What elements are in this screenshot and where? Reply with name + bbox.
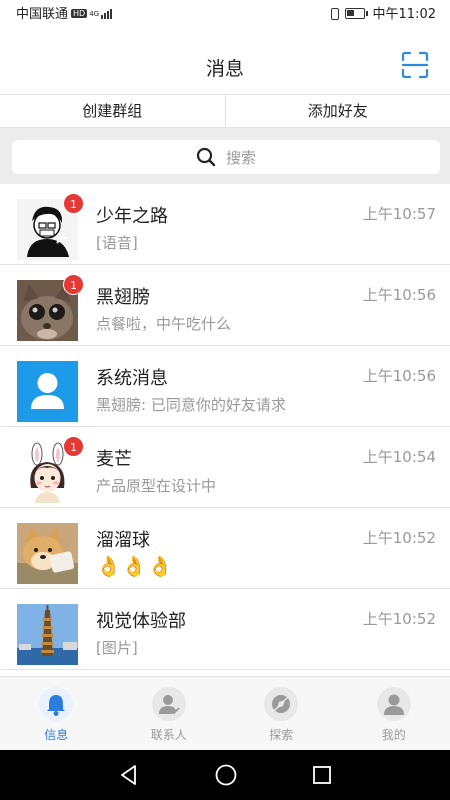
hd-badge: HD bbox=[71, 9, 88, 18]
home-circle-icon bbox=[215, 764, 237, 786]
bottom-tab-bar: 信息 联系人 探索 我的 bbox=[0, 676, 450, 750]
tab-profile[interactable]: 我的 bbox=[338, 677, 450, 750]
message-time: 上午10:54 bbox=[362, 448, 436, 466]
contact-name: 黑翅膀 bbox=[96, 287, 150, 308]
message-time: 上午10:52 bbox=[362, 610, 436, 628]
contact-name: 少年之路 bbox=[96, 206, 168, 227]
page-title: 消息 bbox=[205, 58, 244, 80]
system-nav-bar bbox=[0, 750, 450, 800]
message-preview: 点餐啦，中午吃什么 bbox=[96, 315, 232, 333]
conversation-item[interactable]: 1 少年之路 上午10:57 [语音] bbox=[0, 184, 450, 265]
contacts-icon bbox=[158, 695, 180, 715]
tab-explore[interactable]: 探索 bbox=[225, 677, 338, 750]
action-row: 创建群组 添加好友 bbox=[0, 94, 450, 128]
add-friend-button[interactable]: 添加好友 bbox=[224, 95, 450, 127]
scan-icon bbox=[401, 51, 429, 79]
carrier-label: 中国联通 bbox=[16, 7, 69, 22]
tab-contacts[interactable]: 联系人 bbox=[113, 677, 226, 750]
contact-name: 麦芒 bbox=[96, 449, 132, 470]
unread-badge: 1 bbox=[63, 436, 84, 457]
message-preview: [图片] bbox=[96, 639, 138, 657]
vibrate-icon bbox=[330, 8, 339, 20]
tab-label: 我的 bbox=[381, 728, 406, 742]
back-triangle-icon bbox=[121, 765, 136, 785]
conversation-item[interactable]: 1 黑翅膀 上午10:56 点餐啦，中午吃什么 bbox=[0, 265, 450, 346]
create-group-button[interactable]: 创建群组 bbox=[0, 95, 225, 127]
message-preview: 产品原型在设计中 bbox=[96, 477, 217, 495]
contact-name: 系统消息 bbox=[96, 368, 168, 389]
message-time: 上午10:57 bbox=[362, 205, 436, 223]
conversation-list: 1 少年之路 上午10:57 [语音] 1 黑翅膀 上午10:56 点餐啦，中午… bbox=[0, 184, 450, 670]
tab-label: 探索 bbox=[269, 728, 294, 742]
profile-icon bbox=[383, 694, 404, 715]
tab-label: 信息 bbox=[44, 728, 69, 742]
search-placeholder: 搜索 bbox=[225, 148, 256, 167]
unread-badge: 1 bbox=[63, 193, 84, 214]
tower-photo-avatar bbox=[17, 604, 78, 665]
recents-square-icon bbox=[313, 766, 331, 784]
back-button[interactable] bbox=[117, 763, 141, 787]
recents-button[interactable] bbox=[310, 763, 334, 787]
app-header: 消息 bbox=[0, 22, 450, 94]
tab-label: 联系人 bbox=[150, 728, 187, 742]
contact-name: 视觉体验部 bbox=[96, 611, 186, 632]
message-preview: [语音] bbox=[96, 234, 138, 252]
clock: 中午11:02 bbox=[372, 7, 436, 22]
status-bar: 中国联通 HD 4G 中午11:02 bbox=[0, 0, 450, 22]
home-button[interactable] bbox=[214, 763, 238, 787]
message-preview: 黑翅膀: 已同意你的好友请求 bbox=[96, 396, 286, 414]
search-input[interactable]: 搜索 bbox=[12, 140, 440, 174]
explore-icon bbox=[272, 695, 291, 713]
conversation-item[interactable]: 系统消息 上午10:56 黑翅膀: 已同意你的好友请求 bbox=[0, 346, 450, 427]
message-preview: 👌👌👌 bbox=[96, 554, 174, 578]
message-time: 上午10:52 bbox=[362, 529, 436, 547]
contact-name: 溜溜球 bbox=[96, 530, 150, 551]
shiba-dog-avatar bbox=[17, 523, 78, 584]
battery-icon bbox=[344, 8, 368, 19]
conversation-item[interactable]: 溜溜球 上午10:52 👌👌👌 bbox=[0, 508, 450, 589]
system-user-avatar bbox=[17, 361, 78, 422]
bell-icon bbox=[47, 695, 66, 716]
search-area: 搜索 bbox=[0, 128, 450, 184]
tab-messages[interactable]: 信息 bbox=[0, 677, 113, 750]
conversation-item[interactable]: 视觉体验部 上午10:52 [图片] bbox=[0, 589, 450, 670]
signal-icon bbox=[101, 8, 113, 23]
scan-button[interactable] bbox=[400, 50, 430, 80]
unread-badge: 1 bbox=[63, 274, 84, 295]
message-time: 上午10:56 bbox=[362, 367, 436, 385]
network-type: 4G bbox=[89, 10, 100, 18]
message-time: 上午10:56 bbox=[362, 286, 436, 304]
conversation-item[interactable]: 1 麦芒 上午10:54 产品原型在设计中 bbox=[0, 427, 450, 508]
search-icon bbox=[196, 147, 216, 167]
